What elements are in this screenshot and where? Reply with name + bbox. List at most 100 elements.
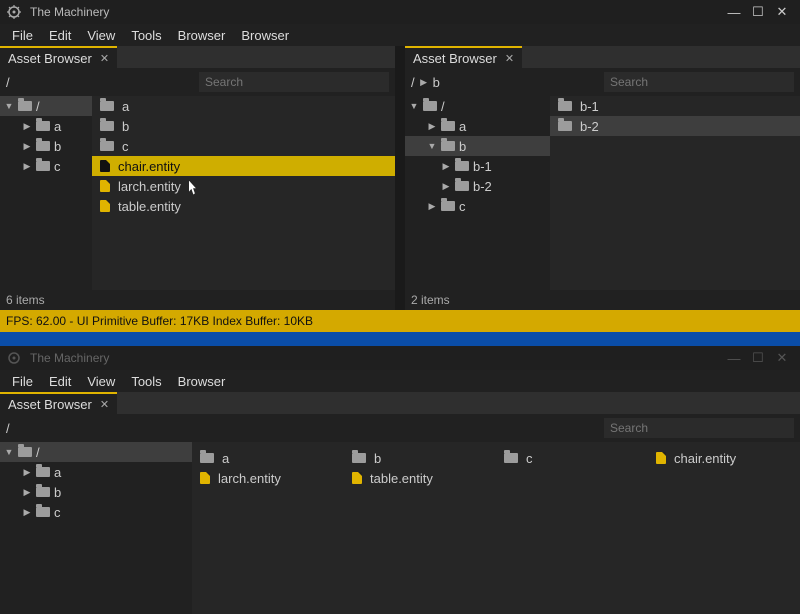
tree-row[interactable]: ▶ a [0,116,92,136]
window-2: The Machinery — ☐ ✕ File Edit View Tools… [0,346,800,614]
menu-edit[interactable]: Edit [41,372,79,391]
grid-item[interactable]: b [344,448,496,468]
chevron-down-icon[interactable]: ▼ [427,141,437,151]
list-item[interactable]: larch.entity [92,176,395,196]
list-item[interactable]: b-1 [550,96,800,116]
menu-tools[interactable]: Tools [123,372,169,391]
titlebar[interactable]: The Machinery — ☐ ✕ [0,346,800,370]
grid-item[interactable]: table.entity [344,468,496,488]
folder-icon [441,141,455,151]
chevron-right-icon[interactable]: ▶ [22,467,32,478]
minimize-button[interactable]: — [722,5,746,20]
tree-row[interactable]: ▶ b [0,136,92,156]
perf-text: FPS: 62.00 - UI Primitive Buffer: 17KB I… [6,314,313,328]
breadcrumb-root[interactable]: / [6,421,10,436]
menu-file[interactable]: File [4,372,41,391]
grid-item[interactable]: c [496,448,648,468]
titlebar[interactable]: The Machinery — ☐ ✕ [0,0,800,24]
menu-view[interactable]: View [79,372,123,391]
grid-item[interactable]: larch.entity [192,468,344,488]
chevron-right-icon[interactable]: ▶ [22,141,32,152]
pathbar: / ▶ b [405,68,800,96]
chevron-right-icon[interactable]: ▶ [22,121,32,132]
search-input[interactable] [199,72,389,92]
breadcrumb-root[interactable]: / [6,75,10,90]
app-title: The Machinery [30,351,109,365]
breadcrumb-folder[interactable]: b [433,75,440,90]
tree-row[interactable]: ▶ c [0,156,92,176]
list-item-label: a [122,99,129,114]
tabstrip: Asset Browser ✕ [405,46,800,68]
menu-view[interactable]: View [79,26,123,45]
folder-icon [36,487,50,497]
tab-close-icon[interactable]: ✕ [505,52,514,65]
asset-browser-right: Asset Browser ✕ / ▶ b ▼/ ▶a ▼b ▶b-1 ▶b-2… [405,46,800,310]
search-input[interactable] [604,418,794,438]
tab-asset-browser[interactable]: Asset Browser ✕ [0,392,117,414]
folder-icon [100,141,114,151]
tree-row[interactable]: ▶a [405,116,550,136]
maximize-button[interactable]: ☐ [746,350,770,366]
list-item-label: b-1 [580,99,599,114]
tab-close-icon[interactable]: ✕ [100,398,109,411]
close-button[interactable]: ✕ [770,350,794,366]
tree-label: b-1 [473,159,492,174]
asset-browser-left: Asset Browser ✕ / ▼ / ▶ [0,46,395,310]
folder-icon [36,141,50,151]
tree-row[interactable]: ▶a [0,462,192,482]
tree-row-root[interactable]: ▼ / [0,96,92,116]
list-item[interactable]: b [92,116,395,136]
menu-browser[interactable]: Browser [170,372,234,391]
breadcrumb-root[interactable]: / [411,75,415,90]
menu-browser-2[interactable]: Browser [233,26,297,45]
maximize-button[interactable]: ☐ [746,4,770,20]
chevron-down-icon[interactable]: ▼ [4,101,14,111]
app-logo-icon [6,350,22,366]
tree-row[interactable]: ▶c [405,196,550,216]
list-item[interactable]: c [92,136,395,156]
folder-icon [504,453,518,463]
chevron-right-icon[interactable]: ▶ [427,121,437,132]
folder-icon [352,453,366,463]
list-item[interactable]: b-2 [550,116,800,136]
chevron-right-icon[interactable]: ▶ [22,487,32,498]
folder-tree: ▼/ ▶a ▶b ▶c [0,442,192,614]
search-input[interactable] [604,72,794,92]
tree-row[interactable]: ▶b [0,482,192,502]
list-item-selected[interactable]: chair.entity [92,156,395,176]
close-button[interactable]: ✕ [770,4,794,20]
status-bar: 2 items [405,290,800,310]
tab-close-icon[interactable]: ✕ [100,52,109,65]
menu-tools[interactable]: Tools [123,26,169,45]
chevron-right-icon[interactable]: ▶ [441,181,451,192]
menu-browser[interactable]: Browser [170,26,234,45]
minimize-button[interactable]: — [722,351,746,366]
tab-asset-browser[interactable]: Asset Browser ✕ [0,46,117,68]
chevron-right-icon[interactable]: ▶ [427,201,437,212]
tree-row[interactable]: ▶b-2 [405,176,550,196]
tree-row[interactable]: ▶c [0,502,192,522]
tab-asset-browser[interactable]: Asset Browser ✕ [405,46,522,68]
menu-file[interactable]: File [4,26,41,45]
chevron-right-icon[interactable]: ▶ [22,161,32,172]
tree-row[interactable]: ▶ b-1 [405,156,550,176]
grid-item[interactable]: a [192,448,344,468]
folder-icon [36,121,50,131]
tree-row-selected[interactable]: ▼b [405,136,550,156]
tree-label: a [459,119,466,134]
pathbar: / [0,68,395,96]
app-title: The Machinery [30,5,109,19]
chevron-down-icon[interactable]: ▼ [409,101,419,111]
list-item[interactable]: table.entity [92,196,395,216]
menu-edit[interactable]: Edit [41,26,79,45]
tree-row-root[interactable]: ▼/ [0,442,192,462]
tree-row-root[interactable]: ▼/ [405,96,550,116]
chevron-down-icon[interactable]: ▼ [4,447,14,457]
grid-item[interactable]: chair.entity [648,448,800,468]
tree-label: c [54,159,61,174]
chevron-right-icon[interactable]: ▶ [441,161,451,172]
folder-icon [36,161,50,171]
list-item[interactable]: a [92,96,395,116]
chevron-right-icon[interactable]: ▶ [22,507,32,518]
grid-item-label: b [374,451,381,466]
